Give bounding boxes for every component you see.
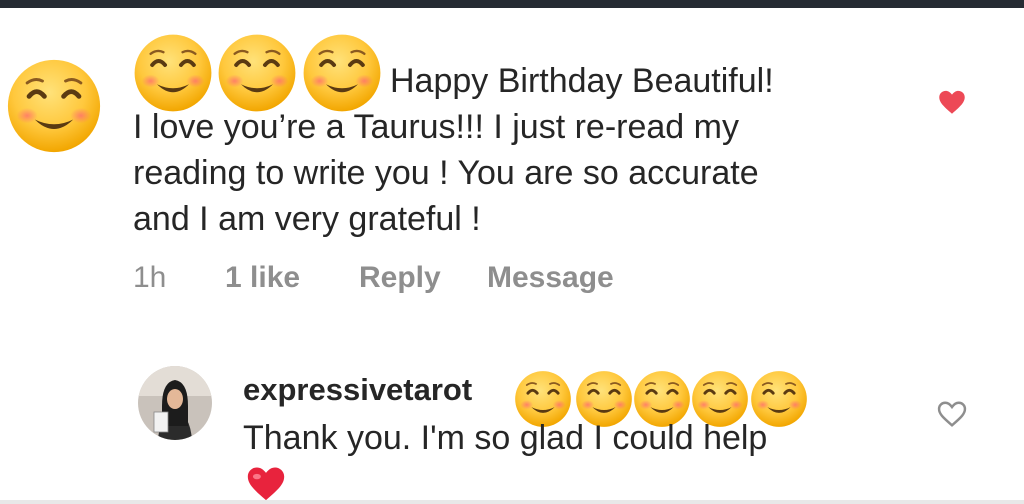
top-bar <box>0 0 1024 8</box>
commenter-avatar-emoji-icon[interactable] <box>6 58 102 154</box>
reply-button[interactable]: Reply <box>359 256 441 300</box>
comment-line: and I am very grateful ! <box>133 200 481 238</box>
comment-line: Happy Birthday Beautiful! <box>390 62 774 100</box>
comment-line: reading to write you ! You are so accura… <box>133 154 759 192</box>
reply-avatar[interactable] <box>138 366 212 440</box>
reply-text: Thank you. I'm so glad I could help <box>243 419 768 457</box>
timestamp: 1h <box>133 261 167 294</box>
comment-text: Happy Birthday Beautiful! I love you’re … <box>133 58 893 242</box>
bottom-edge <box>0 500 1024 504</box>
reply-username[interactable]: expressivetarot <box>243 370 472 410</box>
likes-count-link[interactable]: 1 like <box>225 256 300 300</box>
message-button[interactable]: Message <box>487 256 614 300</box>
comment-line: I love you’re a Taurus!!! I just re-read… <box>133 108 739 146</box>
like-heart-outline-icon[interactable] <box>935 398 969 428</box>
red-heart-emoji-icon <box>247 467 285 501</box>
like-heart-filled-icon[interactable] <box>936 87 968 115</box>
